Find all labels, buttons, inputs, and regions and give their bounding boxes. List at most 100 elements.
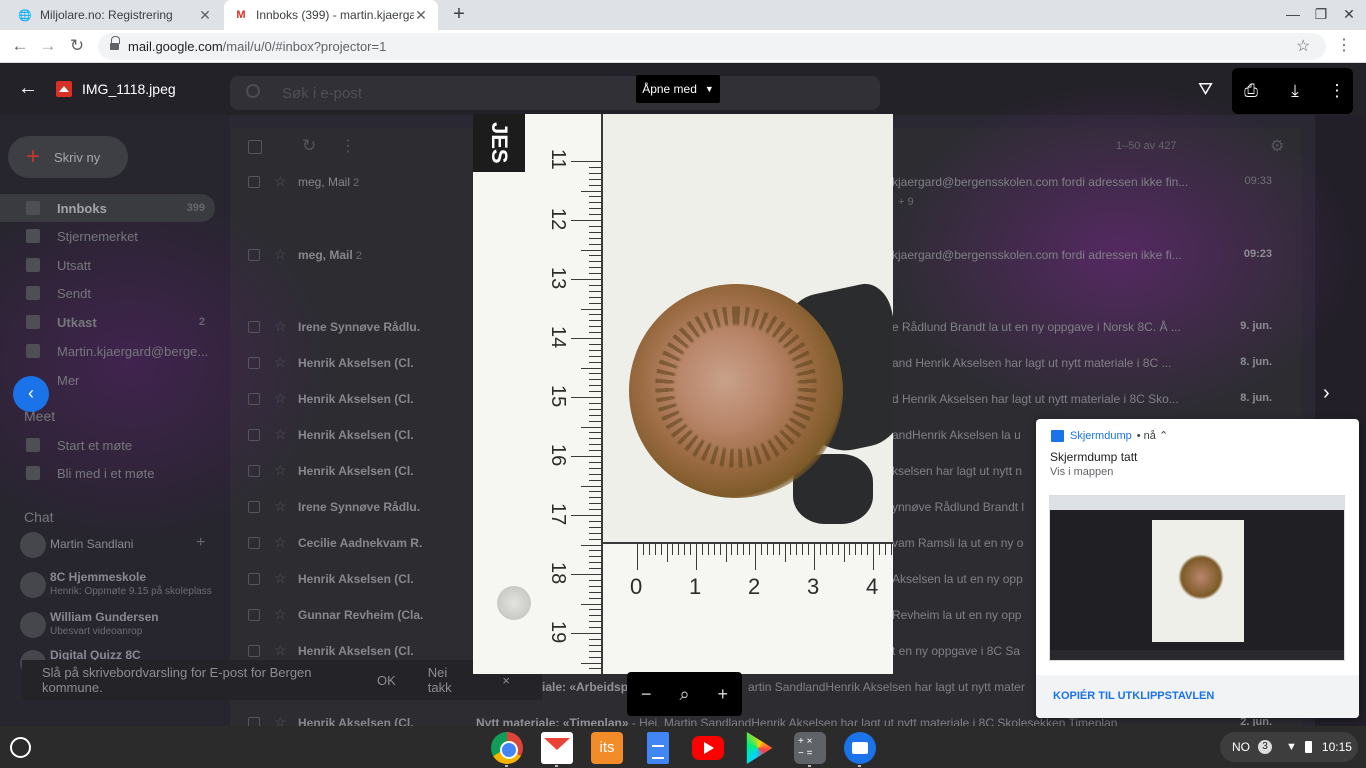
back-arrow-icon[interactable]: ←	[10, 36, 30, 56]
row-checkbox[interactable]	[248, 357, 260, 369]
chat-user[interactable]: Martin Sandlani +	[20, 530, 220, 560]
star-icon[interactable]: ☆	[274, 642, 287, 659]
row-checkbox[interactable]	[248, 429, 260, 441]
star-icon[interactable]: ☆	[274, 534, 287, 551]
tab-miljolare[interactable]: 🌐 Miljolare.no: Registrering ✕	[8, 0, 222, 30]
video-icon	[26, 438, 40, 452]
row-checkbox[interactable]	[248, 501, 260, 513]
screenshot-thumbnail[interactable]	[1049, 495, 1345, 661]
sidebar-item-sent[interactable]: Sendt	[0, 279, 215, 307]
add-to-drive-icon[interactable]: ⛛	[1198, 79, 1213, 100]
browser-menu-icon[interactable]: ⋮	[1336, 35, 1352, 55]
calculator-icon[interactable]	[794, 732, 826, 764]
close-tab-icon[interactable]: ✕	[198, 7, 212, 24]
row-checkbox[interactable]	[248, 393, 260, 405]
chat-item[interactable]: William Gundersen Ubesvart videoanrop	[20, 610, 220, 640]
zoom-in-button[interactable]: +	[717, 684, 728, 705]
close-window-icon[interactable]: ✕	[1342, 6, 1356, 23]
preview: and Henrik Akselsen har lagt ut nytt mat…	[892, 356, 1172, 370]
chat-item[interactable]: 8C Hjemmeskole Henrik: Oppmøte 9.15 på sk…	[20, 570, 220, 600]
meet-join[interactable]: Bli med i et møte	[0, 459, 215, 487]
star-icon[interactable]: ☆	[274, 498, 287, 515]
print-icon[interactable]: ⎙	[1240, 81, 1262, 101]
row-checkbox[interactable]	[248, 609, 260, 621]
copy-to-clipboard-button[interactable]: KOPIÉR TIL UTKLIPPSTAVLEN	[1053, 690, 1214, 702]
star-icon[interactable]: ☆	[274, 570, 287, 587]
banner-no-button[interactable]: Nei takk	[428, 665, 471, 695]
launcher-icon[interactable]	[10, 737, 31, 758]
star-icon[interactable]: ☆	[274, 318, 287, 335]
gmail-icon[interactable]	[541, 732, 573, 764]
star-icon[interactable]: ☆	[274, 462, 287, 479]
omnibox[interactable]: mail.google.com/mail/u/0/#inbox?projecto…	[98, 33, 1326, 60]
url-text[interactable]: mail.google.com/mail/u/0/#inbox?projecto…	[128, 39, 386, 54]
play-store-icon[interactable]	[746, 732, 773, 764]
row-checkbox[interactable]	[248, 176, 260, 188]
label-icon	[26, 344, 40, 358]
compose-button[interactable]: + Skriv ny	[8, 136, 128, 178]
ruler-tick	[589, 261, 601, 263]
banner-close-icon[interactable]: ×	[502, 673, 510, 688]
row-checkbox[interactable]	[248, 249, 260, 261]
star-icon[interactable]: ☆	[274, 714, 287, 726]
sidebar-item-label-martin[interactable]: Martin.kjaergard@berge...	[0, 337, 215, 365]
star-icon[interactable]: ☆	[274, 426, 287, 443]
ruler-tick	[737, 544, 739, 555]
row-checkbox[interactable]	[248, 321, 260, 333]
files-icon[interactable]	[844, 732, 876, 764]
more-icon[interactable]: ⋮	[340, 136, 356, 156]
screenshot-notification[interactable]: Skjermdump • nå ⌃ Skjermdump tatt Vis i …	[1036, 419, 1359, 718]
close-tab-icon[interactable]: ✕	[414, 7, 428, 24]
ruler-number: 0	[630, 574, 643, 599]
star-icon[interactable]: ☆	[274, 606, 287, 623]
download-icon[interactable]: ⤓	[1284, 81, 1306, 101]
next-image-button[interactable]: ›	[1323, 382, 1330, 405]
show-in-folder-link[interactable]: Vis i mappen	[1050, 466, 1113, 478]
row-checkbox[interactable]	[248, 465, 260, 477]
restore-icon[interactable]: ❐	[1314, 6, 1328, 23]
star-icon[interactable]: ☆	[274, 390, 287, 407]
row-checkbox[interactable]	[248, 717, 260, 726]
banner-ok-button[interactable]: OK	[377, 673, 396, 688]
zoom-icon[interactable]: ⌕	[679, 684, 689, 705]
new-tab-button[interactable]: +	[449, 3, 469, 25]
settings-gear-icon[interactable]: ⚙	[1270, 136, 1284, 156]
sidebar-item-snoozed[interactable]: Utsatt	[0, 251, 215, 279]
open-with-dropdown[interactable]: Åpne med ▼	[636, 75, 720, 103]
sidebar-item-starred[interactable]: Stjernemerket	[0, 222, 215, 250]
attachment-extra: + 9	[898, 196, 914, 208]
row-checkbox[interactable]	[248, 537, 260, 549]
youtube-icon[interactable]	[692, 736, 724, 760]
select-all-checkbox[interactable]	[248, 140, 262, 154]
status-tray[interactable]: NO 3 ▼ 10:15	[1220, 732, 1358, 762]
back-arrow-icon[interactable]: ←	[18, 78, 38, 98]
ruler-tick	[589, 550, 601, 552]
star-icon[interactable]: ☆	[274, 173, 287, 190]
star-icon[interactable]: ☆	[274, 246, 287, 263]
more-vert-icon[interactable]: ⋮	[1326, 81, 1348, 101]
itslearning-icon[interactable]: its	[591, 732, 623, 764]
row-checkbox[interactable]	[248, 573, 260, 585]
sidebar-item-drafts[interactable]: Utkast 2	[0, 308, 215, 336]
photo-preview: 11 12 13 14 15 16 17 18 19 JES 01234	[473, 114, 893, 674]
minimize-icon[interactable]: —	[1286, 6, 1300, 22]
reload-icon[interactable]: ↻	[67, 36, 87, 56]
add-chat-icon[interactable]: +	[196, 534, 205, 552]
tab-gmail[interactable]: M Innboks (399) - martin.kjaergard ✕	[224, 0, 438, 30]
chrome-icon[interactable]	[491, 732, 523, 764]
forward-arrow-icon[interactable]: →	[38, 36, 58, 56]
ruler-tick	[878, 544, 880, 555]
row-checkbox[interactable]	[248, 645, 260, 657]
previous-image-button[interactable]: ‹	[13, 376, 49, 412]
sidebar-item-inbox[interactable]: Innboks 399	[0, 194, 215, 222]
zoom-out-button[interactable]: −	[641, 684, 652, 705]
meet-start[interactable]: Start et møte	[0, 431, 215, 459]
star-icon[interactable]: ☆	[274, 354, 287, 371]
docs-icon[interactable]	[647, 732, 669, 764]
ruler-tick	[589, 302, 601, 304]
tab-title: Miljolare.no: Registrering	[40, 8, 173, 22]
bookmark-star-icon[interactable]: ☆	[1296, 36, 1310, 56]
refresh-icon[interactable]: ↻	[302, 136, 316, 156]
notification-footer: KOPIÉR TIL UTKLIPPSTAVLEN	[1036, 675, 1359, 718]
thread-count: 2	[353, 177, 360, 189]
